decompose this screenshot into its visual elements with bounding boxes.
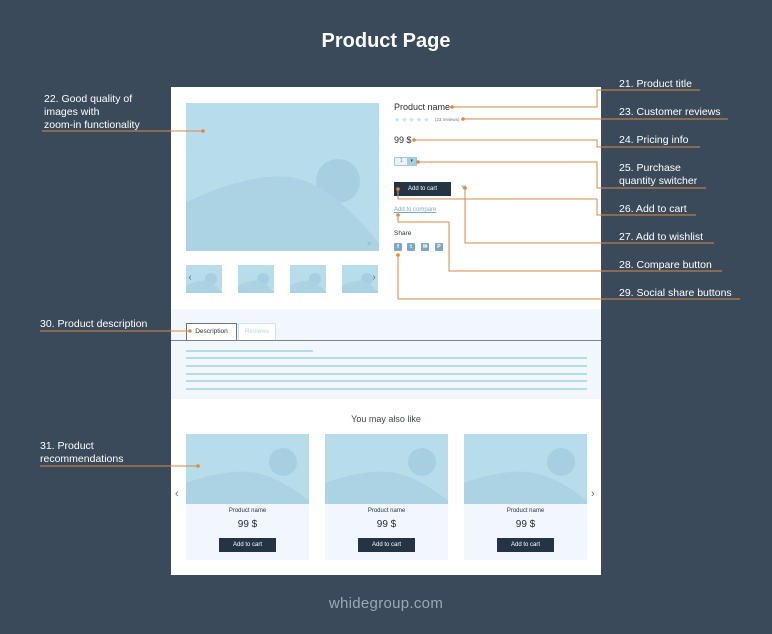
- tab-divider: [171, 340, 601, 341]
- tab-description[interactable]: Description: [186, 323, 237, 340]
- description-text-line: [186, 388, 587, 390]
- thumbnail-3[interactable]: [290, 265, 326, 293]
- gallery-next-arrow-icon[interactable]: ›: [370, 272, 378, 283]
- callout-30-product-description: 30. Product description: [40, 318, 148, 330]
- zoom-icon[interactable]: ⌕: [367, 240, 375, 248]
- recommendation-card[interactable]: Product name 99 $ Add to cart: [186, 434, 309, 560]
- callout-25-quantity-switcher: 25. Purchase quantity switcher: [619, 162, 697, 188]
- recommendation-add-to-cart-button[interactable]: Add to cart: [497, 538, 554, 552]
- callout-31-recommendations: 31. Product recommendations: [40, 440, 123, 466]
- recommendations-next-arrow-icon[interactable]: ›: [591, 488, 595, 500]
- product-title: Product name: [394, 102, 451, 112]
- description-text-line: [186, 380, 587, 382]
- product-price: 99 $: [394, 135, 412, 145]
- gallery-prev-arrow-icon[interactable]: ‹: [186, 272, 194, 283]
- facebook-icon[interactable]: f: [394, 243, 402, 251]
- pinterest-icon[interactable]: P: [435, 243, 443, 251]
- diagram-title: Product Page: [321, 30, 451, 52]
- recommendation-price: 99 $: [376, 519, 397, 530]
- email-icon[interactable]: ✉: [421, 243, 429, 251]
- callout-26-add-to-cart: 26. Add to cart: [619, 203, 687, 215]
- description-text-line: [186, 365, 587, 367]
- callout-line: quantity switcher: [619, 175, 698, 187]
- description-text-line: [186, 373, 587, 375]
- main-product-image[interactable]: ⌕: [186, 103, 379, 251]
- recommendation-image[interactable]: [464, 434, 587, 504]
- recommendation-image[interactable]: [186, 434, 309, 504]
- thumbnail-2[interactable]: [238, 265, 274, 293]
- image-placeholder-hill: [238, 280, 274, 293]
- recommendations-prev-arrow-icon[interactable]: ‹: [175, 488, 179, 500]
- callout-line: recommendations: [40, 453, 124, 465]
- tab-reviews[interactable]: Reviews: [238, 323, 276, 340]
- recommendation-card[interactable]: Product name 99 $ Add to cart: [325, 434, 448, 560]
- recommendation-image[interactable]: [325, 434, 448, 504]
- description-text-line: [186, 357, 587, 359]
- chevron-down-icon[interactable]: ▾: [407, 158, 416, 165]
- image-placeholder-hill: [325, 471, 448, 504]
- quantity-switcher[interactable]: 1 ▾: [394, 157, 417, 166]
- callout-line: 31. Product: [40, 440, 94, 452]
- quantity-value[interactable]: 1: [395, 158, 407, 165]
- twitter-icon[interactable]: t: [407, 243, 415, 251]
- image-placeholder-hill: [290, 280, 326, 293]
- add-to-cart-button[interactable]: Add to cart: [394, 182, 451, 196]
- callout-line: 25. Purchase: [619, 162, 681, 174]
- image-placeholder-hill: [464, 471, 587, 504]
- image-placeholder-hill: [186, 176, 379, 251]
- recommendation-name[interactable]: Product name: [186, 508, 309, 514]
- recommendation-price: 99 $: [237, 519, 258, 530]
- product-page-mockup: ⌕ ‹ › Product name ★★★★★ (23 reviews) 99…: [171, 87, 601, 575]
- recommendation-name[interactable]: Product name: [325, 508, 448, 514]
- share-label: Share: [394, 230, 412, 237]
- callout-27-add-to-wishlist: 27. Add to wishlist: [619, 231, 704, 243]
- recommendation-card[interactable]: Product name 99 $ Add to cart: [464, 434, 587, 560]
- callout-23-customer-reviews: 23. Customer reviews: [619, 106, 721, 118]
- add-to-compare-link[interactable]: Add to compare: [394, 207, 436, 213]
- recommendations-heading: You may also like: [351, 414, 421, 424]
- callout-28-compare-button: 28. Compare button: [619, 259, 712, 271]
- recommendation-add-to-cart-button[interactable]: Add to cart: [219, 538, 276, 552]
- image-placeholder-hill: [186, 471, 309, 504]
- wishlist-heart-icon[interactable]: ♥: [461, 183, 466, 192]
- footer-brand: whidegroup.com: [328, 595, 444, 612]
- callout-22-image-quality: 22. Good quality of images with zoom-in …: [44, 93, 140, 132]
- rating-stars-icon[interactable]: ★★★★★: [394, 116, 430, 124]
- callout-line: images with: [44, 106, 100, 118]
- callout-24-pricing-info: 24. Pricing info: [619, 134, 689, 146]
- callout-line: zoom-in functionality: [44, 119, 140, 131]
- recommendation-name[interactable]: Product name: [464, 508, 587, 514]
- recommendation-price: 99 $: [515, 519, 536, 530]
- recommendation-add-to-cart-button[interactable]: Add to cart: [358, 538, 415, 552]
- description-text-line: [186, 350, 313, 352]
- customer-reviews-link[interactable]: (23 reviews): [435, 117, 460, 122]
- callout-21-product-title: 21. Product title: [619, 78, 692, 90]
- callout-29-social-share: 29. Social share buttons: [619, 287, 732, 299]
- callout-line: 22. Good quality of: [44, 93, 133, 105]
